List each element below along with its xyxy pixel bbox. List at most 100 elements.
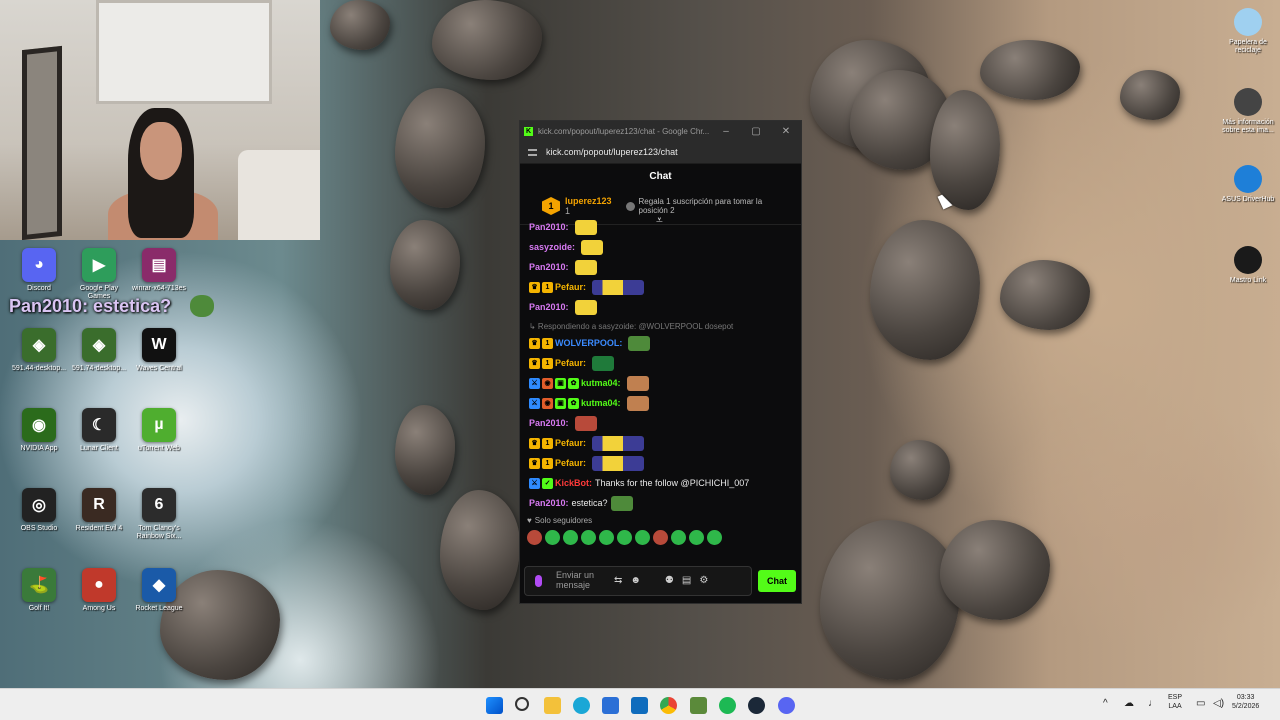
outlook-icon[interactable] [631,697,648,714]
emote-group-icon[interactable]: ⚉ [665,575,674,586]
volume-icon[interactable]: ◁) [1213,698,1224,711]
chat-username[interactable]: sasyzoide: [529,242,575,252]
clock[interactable]: 03:33 5/2/2026 [1232,694,1259,712]
spotify-icon[interactable] [719,697,736,714]
chat-username[interactable]: Pefaur: [555,282,586,292]
chat-message[interactable]: Pan2010: [529,413,801,433]
pinned-username[interactable]: luperez123 [565,196,612,206]
site-info-icon[interactable] [528,148,537,156]
minimize-button[interactable]: – [711,126,741,137]
chat-message[interactable]: ⚔ ◉ ▣ ✿ kutma04: [529,373,801,393]
chat-message[interactable]: ♛ 1 WOLVERPOOL: [529,333,801,353]
quick-emote-icon[interactable] [671,529,686,545]
chat-popout-window[interactable]: K kick.com/popout/luperez123/chat - Goog… [519,120,802,604]
desktop-icon-label: NVIDIA App [20,445,58,452]
quick-emote-icon[interactable] [635,529,650,545]
desktop-icon[interactable]: ⛳ Golf It! [8,568,70,613]
quick-emote-icon[interactable] [599,529,614,545]
chat-message[interactable]: Pan2010: [529,217,801,237]
emoji-icon[interactable]: ☻ [630,575,641,586]
quick-emote-icon[interactable] [563,529,578,545]
chat-message[interactable]: ♛ 1 Pefaur: [529,453,801,473]
desktop-icon[interactable]: ◆ Rocket League [128,568,190,613]
chat-username[interactable]: Pefaur: [555,358,586,368]
chat-message[interactable]: Pan2010: estetica? [529,493,801,513]
chat-username[interactable]: Pan2010: [529,302,569,312]
chat-message[interactable]: ♛ 1 Pefaur: [529,353,801,373]
close-button[interactable]: ✕ [771,126,801,137]
desktop-icon[interactable]: ◎ OBS Studio [8,488,70,533]
mic-tray-icon[interactable]: ♩ [1148,698,1158,711]
language-indicator[interactable]: ESP LAA [1168,694,1182,712]
chat-username[interactable]: Pan2010: [529,222,569,232]
store-app-icon[interactable] [602,697,619,714]
chat-message[interactable]: ♛ 1 Pefaur: [529,433,801,453]
emote-quick-bar[interactable] [520,527,801,547]
translate-icon[interactable]: ⇆ [614,575,622,586]
send-chat-button[interactable]: Chat [758,569,796,592]
quick-emote-icon[interactable] [527,529,542,545]
desktop-icon[interactable]: ▤ winrar-x64-713es [128,248,190,293]
chat-username[interactable]: kutma04: [581,378,621,388]
chat-message[interactable]: Pan2010: [529,297,801,317]
desktop-icon[interactable]: ASUS DriverHub [1218,165,1278,204]
minecraft-icon[interactable] [690,697,707,714]
chat-username[interactable]: Pan2010: [529,498,569,508]
quick-emote-icon[interactable] [707,529,722,545]
chat-message[interactable]: Pan2010: [529,257,801,277]
desktop-icon[interactable]: Papelera de reciclaje [1218,8,1278,55]
quick-emote-icon[interactable] [581,529,596,545]
store-icon[interactable]: ▤ [682,575,691,586]
network-cloud-icon[interactable]: ☁ [1124,698,1134,711]
sub-badge-icon: 1 [542,281,553,293]
desktop-icon[interactable]: ▶ Google Play Games [68,248,130,301]
desktop-icon[interactable]: ◈ 591.44-desktop... [8,328,70,373]
chat-message[interactable]: ⚔ ✓ KickBot: Thanks for the follow @PICHICH… [529,473,801,493]
file-explorer-icon[interactable] [544,697,561,714]
tray-chevron-icon[interactable]: ^ [1103,698,1108,711]
display-icon[interactable]: ▭ [1196,698,1205,711]
desktop-icon[interactable]: ◈ 591.74-desktop... [68,328,130,373]
desktop-icon[interactable]: Mastro Link [1218,246,1278,285]
mic-icon[interactable] [535,574,542,587]
desktop-icon[interactable]: R Resident Evil 4 [68,488,130,533]
address-bar[interactable]: kick.com/popout/luperez123/chat [520,141,801,164]
desktop-icon[interactable]: Más información sobre esta ima... [1218,88,1278,135]
chat-message[interactable]: sasyzoide: [529,237,801,257]
start-windows-icon[interactable] [486,697,503,714]
quick-emote-icon[interactable] [689,529,704,545]
chat-input[interactable]: Enviar un mensaje ⇆ ☻ ⚉ ▤ ⚙ [524,565,752,596]
desktop-icon[interactable]: ◕ Discord [8,248,70,293]
chrome-icon[interactable] [660,697,677,714]
steam-icon[interactable] [748,697,765,714]
chat-username[interactable]: Pefaur: [555,458,586,468]
settings-gear-icon[interactable]: ⚙ [699,575,708,586]
desktop-icon[interactable]: ☾ Lunar Client [68,408,130,453]
discord-taskbar-icon[interactable] [778,697,795,714]
edge-icon[interactable] [573,697,590,714]
quick-emote-icon[interactable] [617,529,632,545]
chat-message[interactable]: ♛ 1 Pefaur: [529,277,801,297]
chat-message[interactable]: ⚔ ◉ ▣ ✿ kutma04: [529,393,801,413]
chat-username[interactable]: WOLVERPOOL: [555,338,622,348]
chat-username[interactable]: Pan2010: [529,262,569,272]
desktop-icon[interactable]: µ uTorrent Web [128,408,190,453]
reply-context[interactable]: ↳ Respondiendo a sasyzoide: @WOLVERPOOL … [529,319,801,333]
chat-message-list[interactable]: ⩡ Pan2010: sasyzoide: Pan2010: ♛ 1 Pefaur: Pan… [520,217,801,513]
recycle-bin-icon [1234,8,1262,36]
maximize-button[interactable]: ▢ [741,126,771,137]
chat-message-text: estetica? [571,498,608,508]
desktop-icon[interactable]: ◉ NVIDIA App [8,408,70,453]
desktop-icon[interactable]: ● Among Us [68,568,130,613]
quick-emote-icon[interactable] [545,529,560,545]
chat-username[interactable]: Pefaur: [555,438,586,448]
desktop-icon[interactable]: 6 Tom Clancy's Rainbow Six... [128,488,190,541]
window-titlebar[interactable]: K kick.com/popout/luperez123/chat - Goog… [520,121,801,141]
search-icon[interactable] [515,697,529,711]
quick-emote-icon[interactable] [653,529,668,545]
chat-username[interactable]: Pan2010: [529,418,569,428]
desktop-icon[interactable]: W Waves Central [128,328,190,373]
chat-username[interactable]: KickBot: [555,478,592,488]
chat-username[interactable]: kutma04: [581,398,621,408]
scroll-down-icon[interactable]: ⩡ [656,217,663,228]
